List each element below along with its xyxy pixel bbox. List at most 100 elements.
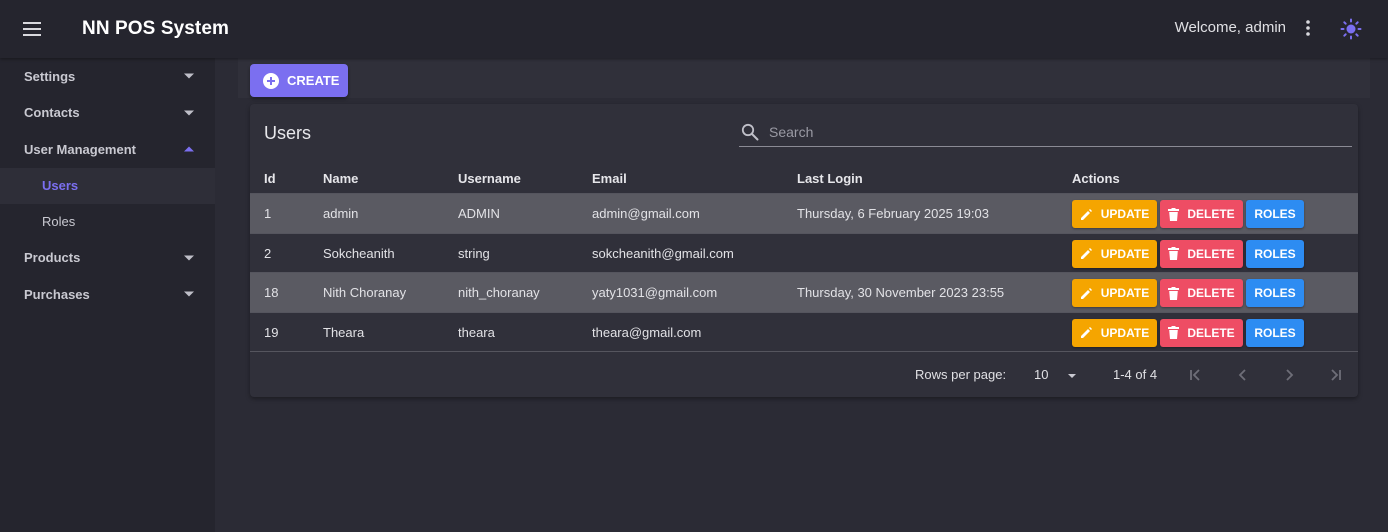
cell-email: yaty1031@gmail.com — [592, 285, 718, 300]
hamburger-menu-icon — [23, 22, 41, 36]
update-button-label: UPDATE — [1100, 246, 1150, 261]
chevron-down-icon — [184, 110, 194, 116]
roles-button[interactable]: ROLES — [1246, 318, 1304, 347]
add-circle-icon — [263, 72, 279, 89]
cell-id: 19 — [264, 324, 279, 340]
column-header-username: Username — [458, 171, 521, 186]
sidebar-item-label: User Management — [24, 141, 136, 157]
card-title: Users — [264, 123, 312, 143]
sun-icon — [1340, 18, 1362, 40]
last-page-button[interactable] — [1324, 364, 1346, 386]
sidebar-item-purchases[interactable]: Purchases — [0, 276, 215, 313]
cell-username: ADMIN — [458, 206, 500, 221]
cell-last-login: Thursday, 6 February 2025 19:03 — [797, 206, 989, 221]
cell-name: admin — [323, 206, 359, 221]
cell-email: sokcheanith@gmail.com — [592, 245, 734, 261]
first-page-button[interactable] — [1185, 364, 1207, 386]
sidebar-item-products[interactable]: Products — [0, 240, 215, 277]
last-page-icon — [1331, 369, 1341, 381]
delete-button[interactable]: DELETE — [1160, 279, 1243, 307]
column-header-email: Email — [592, 171, 627, 186]
chevron-up-icon — [184, 146, 194, 152]
caret-down-icon — [1068, 374, 1076, 378]
app-bar: NN POS System Welcome, admin — [0, 0, 1388, 58]
column-header-id: Id — [264, 171, 276, 186]
update-button-label: UPDATE — [1100, 207, 1150, 221]
page-range: 1-4 of 4 — [1113, 367, 1158, 382]
first-page-icon — [1190, 369, 1200, 381]
cell-name: Nith Choranay — [323, 285, 407, 300]
roles-button[interactable]: ROLES — [1246, 200, 1304, 228]
cell-username: nith_choranay — [458, 285, 540, 300]
cell-username: string — [458, 245, 490, 261]
update-button[interactable]: UPDATE — [1072, 239, 1157, 268]
app-title: NN POS System — [82, 18, 230, 39]
table-row: 2 Sokcheanith string sokcheanith@gmail.c… — [250, 234, 1358, 273]
sidebar-item-settings[interactable]: Settings — [0, 58, 215, 95]
delete-button[interactable]: DELETE — [1160, 318, 1243, 347]
chevron-down-icon — [184, 291, 194, 297]
more-vertical-icon — [1306, 20, 1310, 36]
cell-name: Sokcheanith — [323, 245, 395, 261]
toolbar — [238, 58, 1370, 98]
sidebar: Settings Contacts User Management Users … — [0, 58, 215, 532]
sidebar-item-label: Settings — [24, 68, 76, 84]
pencil-icon — [1080, 247, 1093, 260]
menu-button[interactable] — [20, 19, 44, 39]
welcome-text: Welcome, admin — [1174, 19, 1286, 36]
chevron-left-icon — [1238, 369, 1246, 381]
search-field — [739, 118, 1352, 147]
sidebar-item-label: Purchases — [24, 286, 90, 302]
trash-icon — [1168, 326, 1180, 339]
delete-button-label: DELETE — [1187, 207, 1235, 221]
cell-id: 1 — [264, 206, 272, 221]
cell-last-login: Thursday, 30 November 2023 23:55 — [797, 285, 1005, 300]
column-header-last-login: Last Login — [797, 171, 863, 186]
sidebar-item-contacts[interactable]: Contacts — [0, 95, 215, 132]
update-button[interactable]: UPDATE — [1072, 200, 1157, 228]
chevron-down-icon — [184, 73, 194, 79]
roles-button[interactable]: ROLES — [1246, 239, 1304, 268]
sidebar-item-user-management[interactable]: User Management — [0, 131, 215, 168]
sidebar-item-label: Contacts — [24, 105, 80, 121]
chevron-right-icon — [1286, 369, 1294, 381]
trash-icon — [1168, 207, 1180, 221]
delete-button-label: DELETE — [1187, 246, 1235, 261]
pencil-icon — [1080, 287, 1093, 300]
delete-button-label: DELETE — [1187, 325, 1235, 340]
cell-name: Theara — [323, 324, 365, 340]
table-row: 1 admin ADMIN admin@gmail.com Thursday, … — [250, 194, 1358, 234]
update-button[interactable]: UPDATE — [1072, 318, 1157, 347]
column-header-name: Name — [323, 171, 359, 186]
sidebar-subitem-roles[interactable]: Roles — [0, 204, 215, 240]
search-icon — [741, 123, 759, 141]
chevron-down-icon — [184, 255, 194, 261]
update-button-label: UPDATE — [1100, 325, 1150, 340]
create-button[interactable]: CREATE — [250, 64, 348, 97]
delete-button-label: DELETE — [1187, 286, 1235, 300]
roles-button[interactable]: ROLES — [1246, 279, 1304, 307]
rows-per-page-label: Rows per page: — [915, 367, 1007, 382]
trash-icon — [1168, 286, 1180, 300]
previous-page-button[interactable] — [1232, 364, 1254, 386]
table-row: 19 Theara theara theara@gmail.com UPDATE… — [250, 313, 1358, 352]
users-card: Users Id Name Username Email Last Login … — [250, 104, 1358, 397]
rows-per-page-select[interactable]: 10 — [1032, 365, 1080, 387]
cell-username: theara — [458, 324, 495, 340]
update-button-label: UPDATE — [1100, 286, 1150, 300]
sidebar-subitem-users[interactable]: Users — [0, 167, 215, 204]
cell-id: 18 — [264, 285, 279, 300]
cell-email: admin@gmail.com — [592, 206, 700, 221]
trash-icon — [1168, 247, 1180, 260]
next-page-button[interactable] — [1278, 364, 1300, 386]
pencil-icon — [1080, 326, 1093, 339]
update-button[interactable]: UPDATE — [1072, 279, 1157, 307]
pagination: Rows per page: 10 1-4 of 4 — [250, 353, 1358, 397]
more-options-button[interactable] — [1297, 17, 1319, 39]
cell-email: theara@gmail.com — [592, 324, 702, 340]
delete-button[interactable]: DELETE — [1160, 200, 1243, 228]
table-header: Id Name Username Email Last Login Action… — [250, 161, 1358, 194]
theme-toggle-button[interactable] — [1339, 17, 1363, 41]
search-input[interactable] — [767, 122, 1337, 142]
delete-button[interactable]: DELETE — [1160, 239, 1243, 268]
